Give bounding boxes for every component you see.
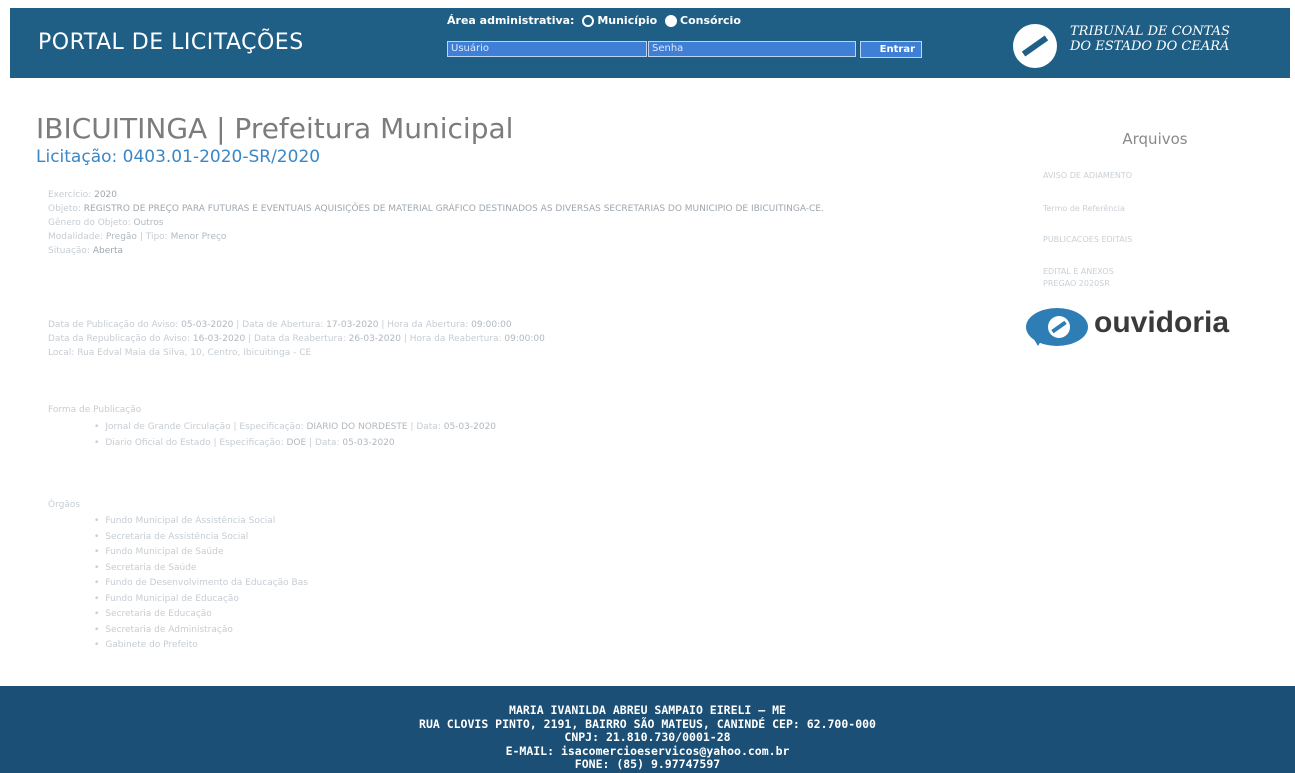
modalidade-value: Pregão — [105, 232, 137, 242]
hora-abertura-label: Hora da Abertura: — [387, 320, 469, 330]
situacao-value: Aberta — [92, 246, 123, 256]
orgaos-section: Órgãos Fundo Municipal de Assistência So… — [48, 498, 648, 654]
publication-heading: Forma de Publicação — [48, 405, 142, 415]
login-button[interactable]: Entrar — [860, 41, 922, 58]
file-link-termo-referencia[interactable]: Termo de Referência — [1043, 203, 1263, 215]
bid-number: Licitação: 0403.01-2020-SR/2020 — [36, 147, 321, 167]
objeto-value: REGISTRO DE PREÇO PARA FUTURAS E EVENTUA… — [83, 204, 824, 214]
site-footer: MARIA IVANILDA ABREU SAMPAIO EIRELI – ME… — [0, 686, 1295, 773]
reabertura-value: 26-03-2020 — [348, 334, 401, 344]
objeto-label: Objeto: — [48, 204, 81, 214]
orgao-item: Fundo Municipal de Educação — [94, 592, 648, 608]
pub-date-label: Data de Publicação do Aviso: — [48, 320, 179, 330]
publication-espec: DIARIO DO NORDESTE — [306, 422, 408, 432]
detail-situacao: Situação: Aberta — [48, 244, 948, 258]
genero-value: Outros — [133, 218, 164, 228]
orgao-item: Fundo Municipal de Assistência Social — [94, 514, 648, 530]
local-label: Local: — [48, 348, 75, 358]
orgao-item: Secretaria de Saúde — [94, 561, 648, 577]
option-consorcio-label[interactable]: Consórcio — [680, 14, 741, 27]
files-title: Arquivos — [1122, 130, 1188, 148]
publication-data: 05-03-2020 — [443, 422, 497, 432]
detail-exercicio: Exercício: 2020 — [48, 188, 948, 202]
footer-address: RUA CLOVIS PINTO, 2191, BAIRRO SÃO MATEU… — [419, 716, 876, 731]
orgao-item: Fundo de Desenvolvimento da Educação Bas — [94, 576, 648, 592]
portal-title[interactable]: PORTAL DE LICITAÇÕES — [38, 30, 304, 55]
password-input[interactable]: Senha — [648, 41, 856, 57]
file-link-publicacoes-editais[interactable]: PUBLICACOES EDITAIS — [1043, 234, 1263, 246]
genero-label: Gênero do Objeto: — [48, 218, 131, 228]
ouvidoria-text: ouvidoria — [1094, 306, 1230, 339]
publication-data-label: Data: — [314, 438, 340, 448]
detail-objeto: Objeto: REGISTRO DE PREÇO PARA FUTURAS E… — [48, 202, 948, 216]
exercicio-label: Exercício: — [48, 190, 92, 200]
tipo-value: Menor Preço — [170, 232, 227, 242]
bid-details: Exercício: 2020 Objeto: REGISTRO DE PREÇ… — [48, 188, 948, 258]
file-link-pregao[interactable]: PREGAO 2020SR — [1043, 278, 1263, 290]
option-municipio-label[interactable]: Município — [597, 14, 657, 27]
ouvidoria-badge-icon — [1026, 308, 1088, 346]
pub-date-value: 05-03-2020 — [181, 320, 234, 330]
admin-area-label: Área administrativa: — [447, 14, 575, 27]
file-link-edital-anexos[interactable]: EDITAL E ANEXOS — [1043, 266, 1263, 278]
dates-line1: Data de Publicação do Aviso: 05-03-2020 … — [48, 320, 512, 330]
detail-genero: Gênero do Objeto: Outros — [48, 216, 948, 230]
orgaos-heading: Órgãos — [48, 500, 81, 510]
dates-line3: Local: Rua Edval Maia da Silva, 10, Cent… — [48, 346, 948, 360]
hora-reabertura-label: Hora da Reabertura: — [409, 334, 502, 344]
hora-abertura-value: 09:00:00 — [471, 320, 512, 330]
orgao-item: Secretaria de Assistência Social — [94, 530, 648, 546]
publication-item: Diario Oficial do Estado | Especificação… — [94, 435, 948, 451]
publication-espec: DOE — [286, 438, 307, 448]
detail-modalidade: Modalidade: Pregão | Tipo: Menor Preço — [48, 232, 227, 242]
orgao-item: Secretaria de Administração — [94, 623, 648, 639]
radio-consorcio[interactable] — [665, 15, 678, 27]
publication-list: Jornal de Grande Circulação | Especifica… — [48, 419, 948, 451]
publication-data: 05-03-2020 — [342, 438, 395, 448]
publication-veiculo: Jornal de Grande Circulação — [105, 422, 231, 432]
file-link-aviso-adiamento[interactable]: AVISO DE ADIAMENTO — [1043, 170, 1263, 182]
publication-section: Forma de Publicação Jornal de Grande Cir… — [48, 403, 948, 451]
orgao-item: Gabinete do Prefeito — [94, 638, 648, 654]
abertura-value: 17-03-2020 — [326, 320, 379, 330]
ouvidoria-logo[interactable]: ouvidoria — [1024, 306, 1274, 352]
radio-municipio[interactable] — [582, 15, 595, 27]
local-value: Rua Edval Maia da Silva, 10, Centro, Ibi… — [77, 348, 312, 358]
exercicio-value: 2020 — [94, 190, 117, 200]
footer-cnpj: CNPJ: 21.810.730/0001-28 — [564, 730, 731, 744]
footer-phone: FONE: (85) 9.97747597 — [574, 757, 721, 771]
publication-espec-label: Especificação: — [239, 422, 304, 432]
orgao-item: Fundo Municipal de Saúde — [94, 545, 648, 561]
footer-email: E-MAIL: isacomercioeservicos@yahoo.com.b… — [505, 743, 790, 758]
footer-company: MARIA IVANILDA ABREU SAMPAIO EIRELI – ME — [509, 703, 786, 717]
hora-reabertura-value: 09:00:00 — [504, 334, 545, 344]
abertura-label: Data de Abertura: — [242, 320, 324, 330]
admin-area-selector: Área administrativa: Município Consórcio — [447, 14, 741, 27]
tce-name-line2: DO ESTADO DO CEARÁ — [1070, 39, 1230, 54]
site-header: PORTAL DE LICITAÇÕES Área administrativa… — [10, 8, 1290, 78]
publication-espec-label: Especificação: — [219, 438, 284, 448]
tce-logo-icon[interactable] — [1013, 24, 1057, 68]
dates-line2: Data da Republicação do Aviso: 16-03-202… — [48, 334, 545, 344]
publication-veiculo: Diario Oficial do Estado — [105, 438, 211, 448]
modalidade-label: Modalidade: — [48, 232, 104, 242]
username-input[interactable]: Usuário — [447, 41, 647, 57]
publication-data-label: Data: — [416, 422, 441, 432]
bid-dates: Data de Publicação do Aviso: 05-03-2020 … — [48, 318, 948, 360]
reabertura-label: Data da Reabertura: — [254, 334, 346, 344]
orgaos-list: Fundo Municipal de Assistência Social Se… — [48, 514, 648, 654]
situacao-label: Situação: — [48, 246, 90, 256]
repub-date-label: Data da Republicação do Aviso: — [48, 334, 191, 344]
repub-date-value: 16-03-2020 — [192, 334, 246, 344]
publication-item: Jornal de Grande Circulação | Especifica… — [94, 419, 948, 435]
tipo-label: Tipo: — [145, 232, 168, 242]
tce-name-line1: TRIBUNAL DE CONTAS — [1070, 24, 1230, 39]
page-title: IBICUITINGA | Prefeitura Municipal — [36, 112, 514, 145]
orgao-item: Secretaria de Educação — [94, 607, 648, 623]
tce-name[interactable]: TRIBUNAL DE CONTAS DO ESTADO DO CEARÁ — [1070, 24, 1230, 54]
